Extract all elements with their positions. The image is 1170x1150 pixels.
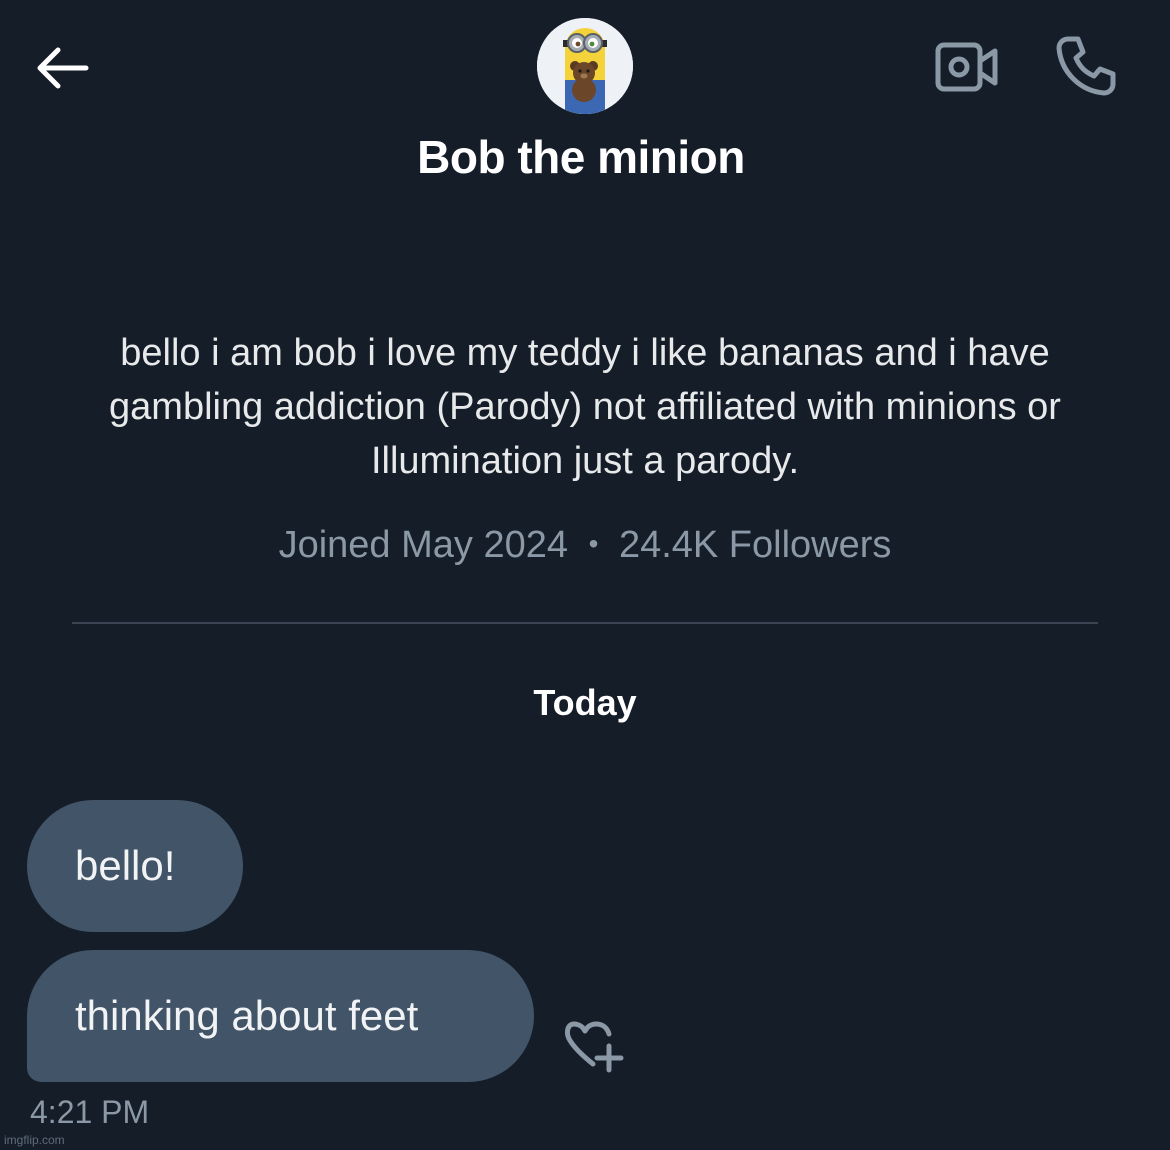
message-timestamp: 4:21 PM — [30, 1094, 150, 1130]
watermark: imgflip.com — [4, 1133, 65, 1147]
message-bubble[interactable]: thinking about feet — [27, 950, 534, 1082]
profile-bio: bello i am bob i love my teddy i like ba… — [109, 332, 1061, 482]
heart-plus-icon — [564, 1021, 624, 1073]
message-bubble[interactable]: bello! — [27, 800, 243, 932]
back-button[interactable] — [28, 38, 94, 98]
joined-date: Joined May 2024 — [278, 524, 568, 566]
back-arrow-icon — [37, 47, 89, 89]
meta-separator: • — [588, 528, 599, 559]
minion-avatar-image — [537, 18, 633, 114]
video-call-button[interactable] — [928, 36, 1006, 98]
video-call-icon — [935, 42, 998, 92]
profile-meta: Joined May 2024 • 24.4K Followers — [0, 524, 1170, 567]
phone-icon — [1056, 36, 1116, 96]
divider — [72, 622, 1098, 624]
date-separator: Today — [533, 682, 637, 723]
followers-count[interactable]: 24.4K Followers — [619, 524, 891, 566]
add-reaction-button[interactable] — [558, 1012, 630, 1080]
voice-call-button[interactable] — [1046, 30, 1126, 102]
avatar[interactable] — [537, 18, 633, 114]
message-text: thinking about feet — [75, 992, 419, 1039]
message-text: bello! — [75, 842, 176, 889]
contact-name: Bob the minion — [417, 131, 745, 183]
